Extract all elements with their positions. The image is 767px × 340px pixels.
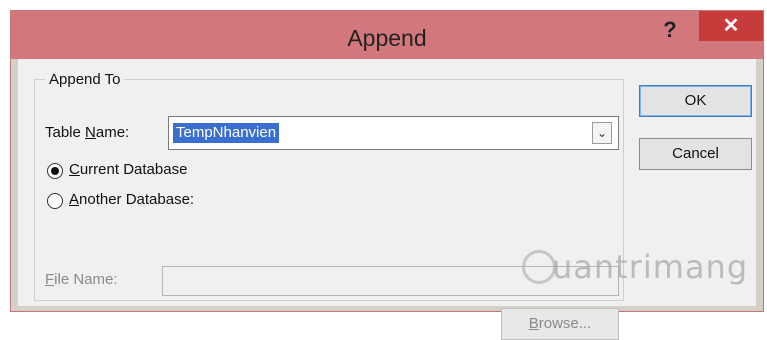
close-icon: ✕ <box>722 15 740 37</box>
table-name-combobox[interactable]: TempNhanvien ⌄ <box>168 116 619 150</box>
browse-button[interactable]: Browse... <box>501 308 619 340</box>
radio-selected-dot <box>51 167 59 175</box>
ok-button[interactable]: OK <box>639 85 752 117</box>
another-database-label[interactable]: Another Database: <box>69 191 194 208</box>
group-legend: Append To <box>45 71 125 88</box>
current-database-label[interactable]: Current Database <box>69 161 187 178</box>
watermark-logo-icon <box>522 250 556 284</box>
help-button[interactable]: ? <box>657 17 683 43</box>
table-name-label: Table Name: <box>45 124 130 141</box>
dialog-title: Append <box>347 25 427 51</box>
close-button[interactable]: ✕ <box>699 11 763 41</box>
current-database-radio[interactable] <box>47 163 63 179</box>
cancel-button[interactable]: Cancel <box>639 138 752 170</box>
another-database-radio[interactable] <box>47 193 63 209</box>
table-name-value[interactable]: TempNhanvien <box>173 123 280 143</box>
watermark-text: uantrimang <box>552 248 749 286</box>
file-name-label: File Name: <box>45 271 118 288</box>
chevron-down-icon[interactable]: ⌄ <box>592 122 612 144</box>
title-bar[interactable]: Append ? ✕ <box>11 11 763 59</box>
